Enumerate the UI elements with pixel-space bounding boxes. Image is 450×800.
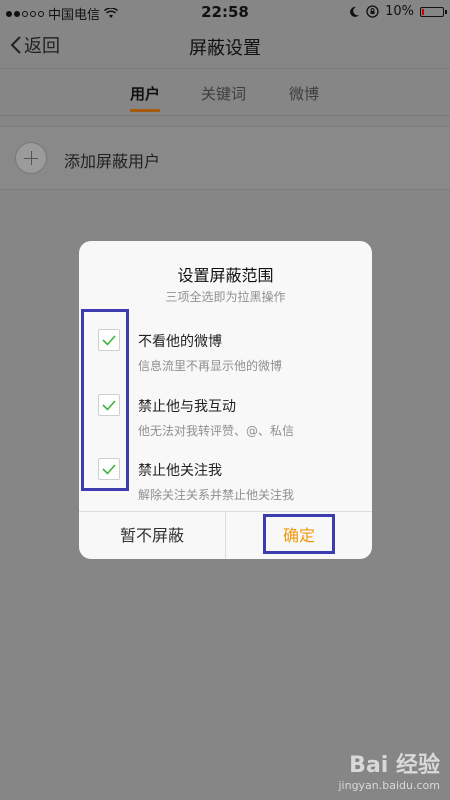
option-title: 禁止他与我互动 [138,399,236,415]
confirm-highlight-box [263,514,335,554]
chevron-left-icon [10,36,21,54]
dialog-title: 设置屏蔽范围 [177,266,274,285]
page-title: 屏蔽设置 [189,38,261,59]
cancel-button[interactable]: 暂不屏蔽 [79,512,225,559]
watermark-url: jingyan.baidu.com [338,779,440,792]
tab-users[interactable]: 用户 [130,83,160,104]
option-description: 信息流里不再显示他的微博 [138,359,283,373]
active-tab-indicator [130,109,160,112]
rotation-lock-icon [366,5,379,18]
back-button[interactable]: 返回 [10,32,60,58]
tab-keywords[interactable]: 关键词 [201,83,246,104]
dialog-subtitle: 三项全选即为拉黑操作 [165,290,286,304]
plus-icon [15,142,47,174]
back-label: 返回 [24,36,60,57]
block-scope-dialog: 设置屏蔽范围 三项全选即为拉黑操作 不看他的微博 信息流里不再显示他的微博 禁止… [79,241,372,559]
checkbox-highlight-box [81,309,129,491]
option-title: 不看他的微博 [138,334,222,350]
nav-bar: 返回 屏蔽设置 [0,24,450,68]
option-description: 解除关注关系并禁止他关注我 [138,488,295,502]
baidu-jingyan-watermark: Bai 经验 jingyan.baidu.com [338,747,440,792]
tab-weibo[interactable]: 微博 [289,83,319,104]
option-title: 禁止他关注我 [138,463,222,479]
moon-icon [350,6,360,17]
battery-icon [420,6,447,17]
battery-percent: 10% [385,4,414,19]
tab-bar: 用户 关键词 微博 [0,68,450,116]
add-blocked-user-row[interactable]: 添加屏蔽用户 [0,126,450,190]
option-description: 他无法对我转评赞、@、私信 [138,424,295,438]
battery-level [422,8,424,15]
add-blocked-user-label: 添加屏蔽用户 [64,152,161,171]
watermark-logo: Bai 经验 [349,753,440,778]
status-right: 10% [349,4,447,19]
status-bar: 中国电信 22:58 10% [0,0,450,24]
